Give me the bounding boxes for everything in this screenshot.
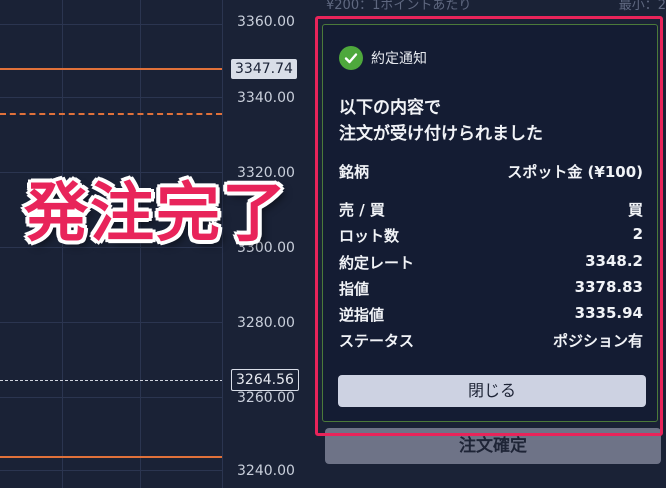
detail-value: 3378.83	[574, 278, 643, 296]
execution-notice-dialog: 約定通知 以下の内容で 注文が受け付けられました 銘柄 スポット金 (¥100)…	[322, 24, 658, 422]
detail-label: 約定レート	[339, 254, 415, 272]
close-button[interactable]: 閉じる	[338, 375, 646, 407]
order-complete-caption: 発注完了	[24, 177, 288, 251]
price-tick: 3260.00	[237, 390, 295, 406]
detail-label: ステータス	[339, 332, 415, 350]
price-tick: 3360.00	[237, 14, 295, 30]
detail-row-limit: 指値 3378.83	[339, 278, 643, 300]
dialog-message: 以下の内容で 注文が受け付けられました	[339, 95, 543, 147]
detail-value: 3348.2	[585, 252, 643, 270]
price-tick: 3240.00	[237, 463, 295, 479]
minimum-text: 最小：2	[618, 0, 666, 13]
detail-row-status: ステータス ポジション有	[339, 330, 643, 352]
grid-line	[0, 172, 222, 173]
current-price-line	[0, 68, 222, 70]
detail-row-stop: 逆指値 3335.94	[339, 304, 643, 326]
order-price-tag: 3264.56	[231, 369, 299, 391]
message-line: 以下の内容で	[339, 98, 441, 118]
detail-label: 指値	[339, 280, 370, 298]
point-rate-text: ¥200：1ポイントあたり	[326, 0, 472, 13]
point-info: ¥200：1ポイントあたり 最小：2	[326, 0, 666, 13]
current-price-tag: 3347.74	[231, 59, 297, 79]
detail-row-symbol: 銘柄 スポット金 (¥100)	[339, 161, 643, 183]
message-line: 注文が受け付けられました	[339, 124, 543, 144]
detail-value: 買	[627, 201, 643, 219]
grid-line	[0, 397, 222, 398]
grid-line	[0, 322, 222, 323]
detail-value: 2	[632, 225, 643, 243]
grid-line	[0, 470, 222, 471]
order-price-line	[0, 380, 228, 381]
grid-line	[0, 97, 222, 98]
detail-value: ポジション有	[552, 332, 643, 350]
detail-row-side: 売 / 買 買	[339, 199, 643, 221]
detail-value: スポット金 (¥100)	[507, 163, 643, 181]
dialog-header: 約定通知	[339, 45, 427, 71]
detail-value: 3335.94	[574, 304, 643, 322]
dialog-title: 約定通知	[371, 51, 427, 67]
detail-label: 銘柄	[339, 163, 370, 181]
order-panel: ¥200：1ポイントあたり 最小：2 注文確定 約定通知 以下の内容で 注文が受…	[310, 0, 666, 488]
detail-label: ロット数	[339, 227, 400, 245]
grid-line	[0, 24, 222, 25]
detail-label: 逆指値	[339, 306, 385, 324]
check-icon	[339, 46, 363, 70]
detail-row-lot: ロット数 2	[339, 225, 643, 247]
price-tick: 3280.00	[237, 315, 295, 331]
limit-price-line	[0, 113, 222, 115]
price-tick: 3340.00	[237, 90, 295, 106]
position-line	[0, 456, 222, 458]
detail-label: 売 / 買	[339, 201, 385, 219]
detail-row-rate: 約定レート 3348.2	[339, 252, 643, 274]
